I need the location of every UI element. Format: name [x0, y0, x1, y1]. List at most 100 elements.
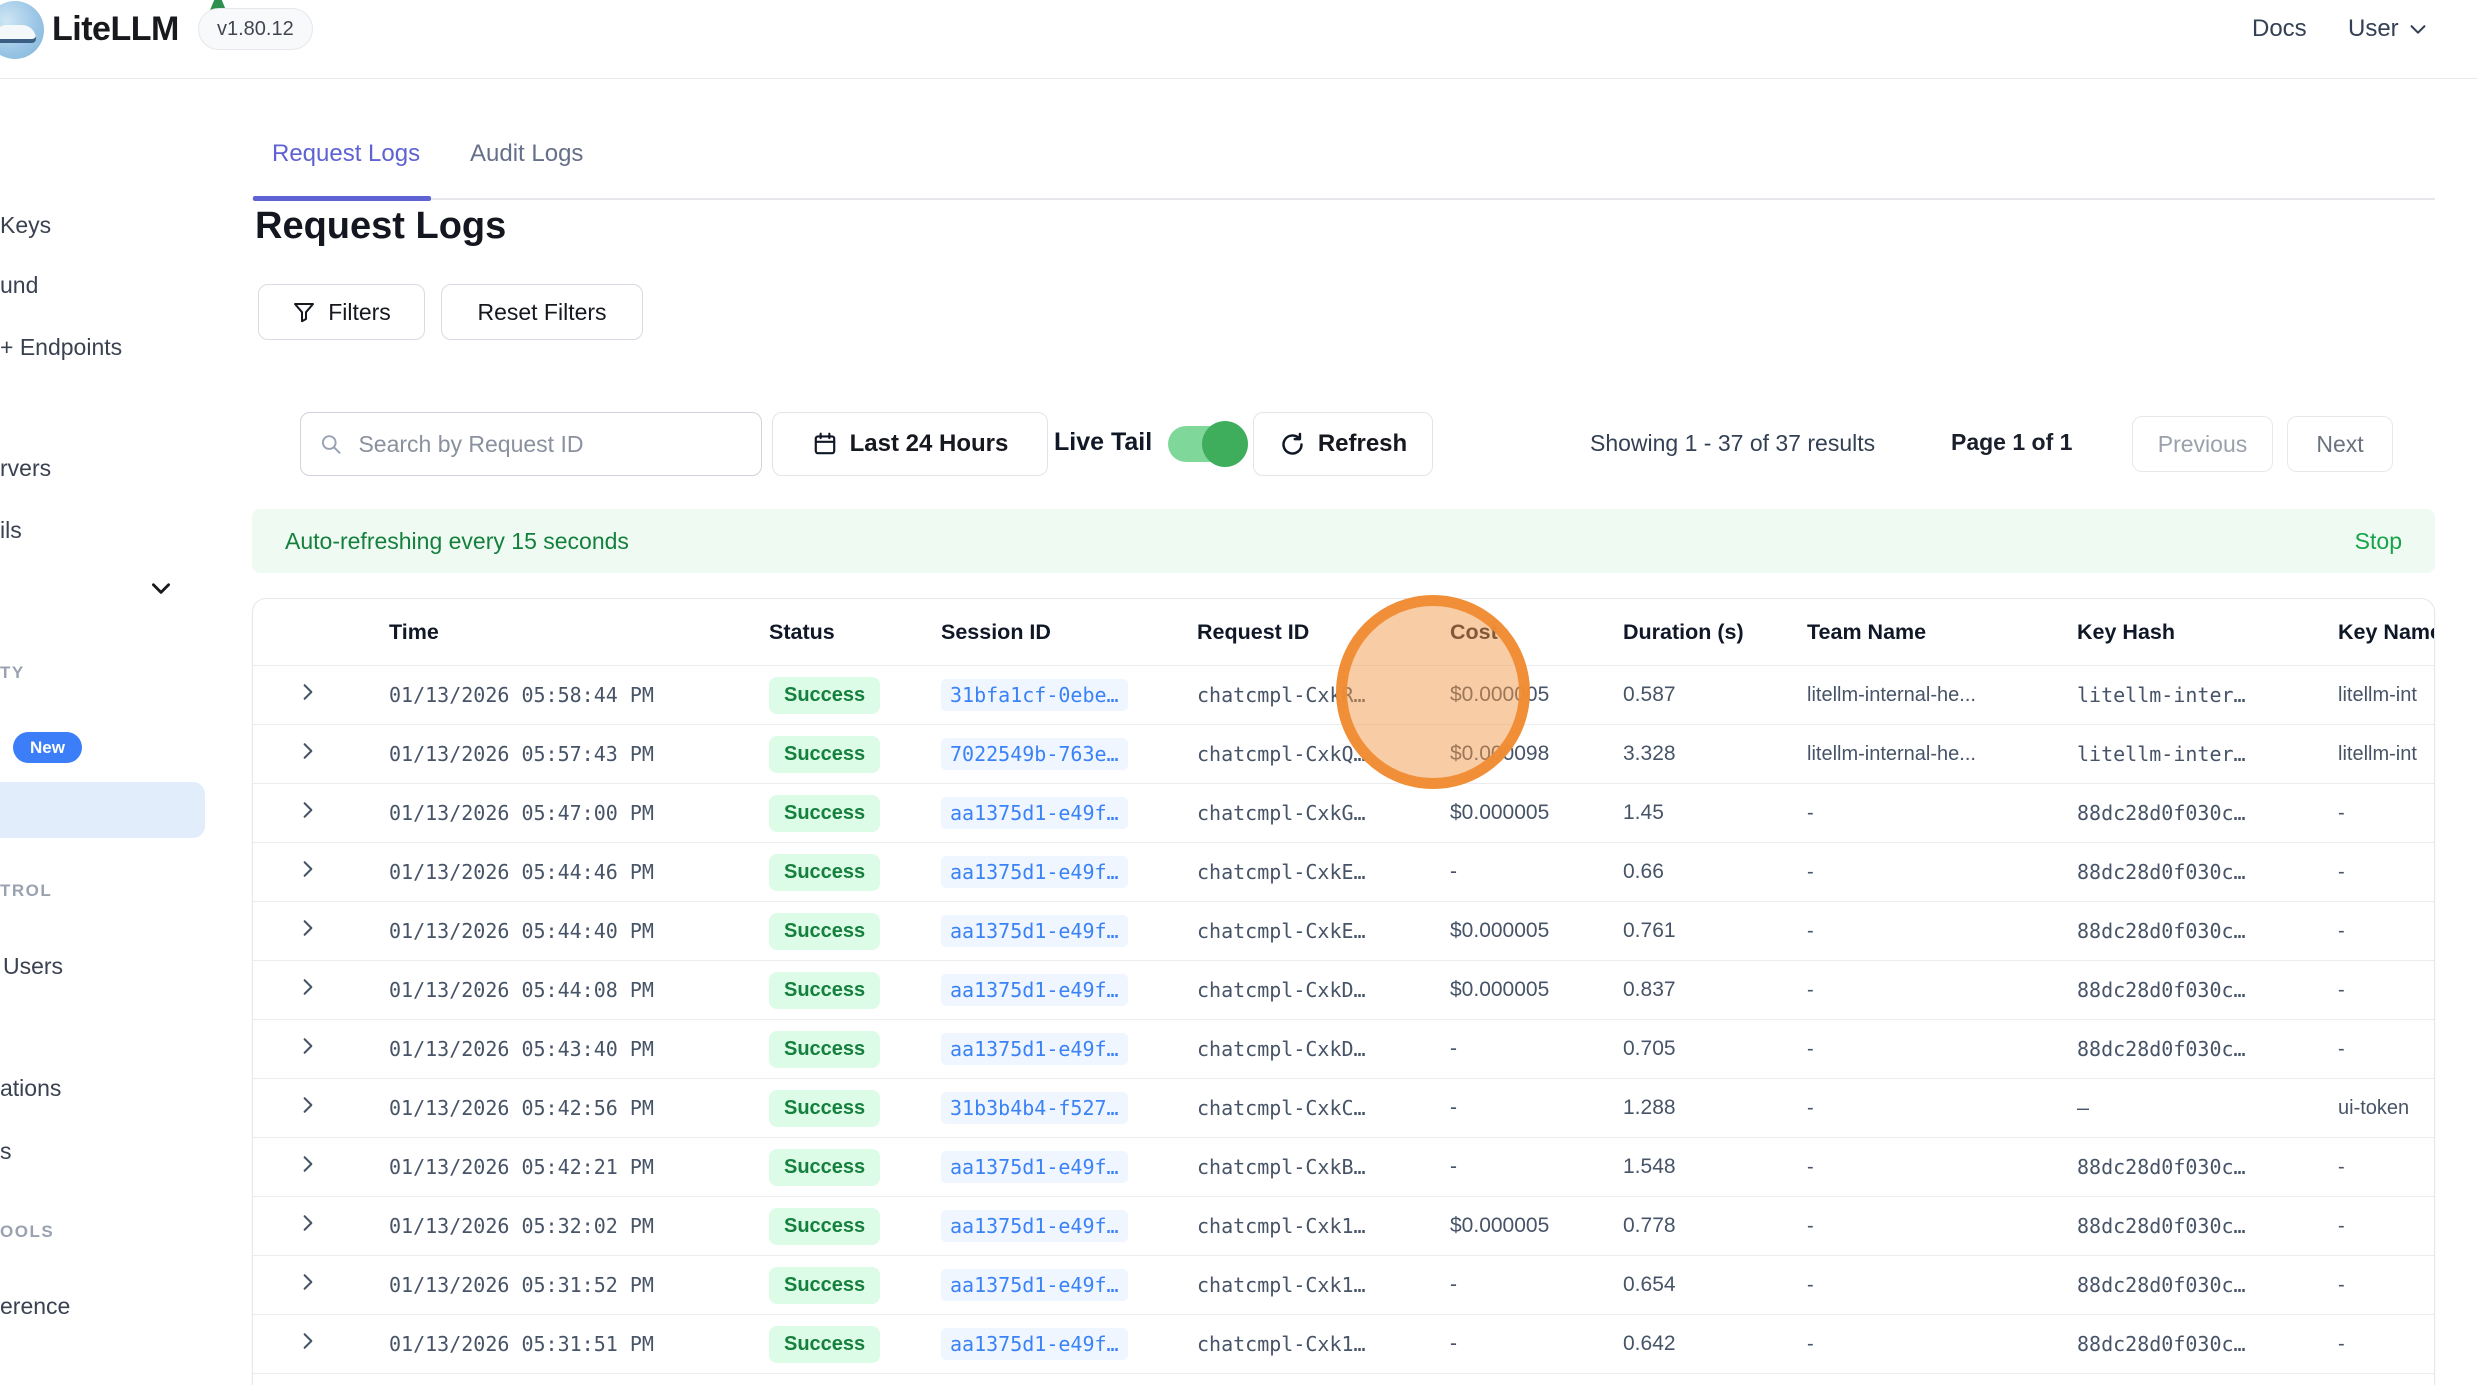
- session-id-link[interactable]: aa1375d1-e49f…: [941, 856, 1128, 888]
- expand-row-icon[interactable]: [299, 801, 317, 819]
- request-id: chatcmpl-CxkD…: [1191, 1037, 1444, 1061]
- cost-value: $0.000005: [1444, 919, 1617, 943]
- table-row: 01/13/2026 05:32:02 PM Success aa1375d1-…: [253, 1197, 2434, 1256]
- key-hash: –: [2071, 1096, 2332, 1120]
- duration-value: 0.761: [1617, 919, 1801, 943]
- session-id-link[interactable]: 31bfa1cf-0ebe…: [941, 679, 1128, 711]
- previous-page-button[interactable]: Previous: [2132, 416, 2273, 472]
- sidebar-item-api-reference[interactable]: erence: [0, 1293, 70, 1320]
- table-row: 01/13/2026 05:42:21 PM Success aa1375d1-…: [253, 1138, 2434, 1197]
- tab-audit-logs[interactable]: Audit Logs: [470, 140, 583, 168]
- sidebar-item-internal-users[interactable]: Users: [3, 953, 63, 980]
- key-name: ui-token: [2332, 1097, 2435, 1120]
- search-input[interactable]: [356, 430, 743, 459]
- session-id-link[interactable]: aa1375d1-e49f…: [941, 1151, 1128, 1183]
- session-id-link[interactable]: aa1375d1-e49f…: [941, 1210, 1128, 1242]
- sidebar-item-guardrails[interactable]: ils: [0, 517, 22, 544]
- session-id-link[interactable]: aa1375d1-e49f…: [941, 1033, 1128, 1065]
- table-row: 01/13/2026 05:31:52 PM Success aa1375d1-…: [253, 1256, 2434, 1315]
- sidebar-item-models-endpoints[interactable]: + Endpoints: [0, 334, 122, 361]
- live-tail-toggle[interactable]: [1168, 426, 1244, 462]
- stop-auto-refresh-button[interactable]: Stop: [2355, 528, 2402, 555]
- expand-row-icon[interactable]: [299, 1332, 317, 1350]
- page-summary: Page 1 of 1: [1951, 429, 2072, 456]
- status-badge: Success: [769, 913, 880, 950]
- expand-row-icon[interactable]: [299, 1155, 317, 1173]
- request-id: chatcmpl-CxkE…: [1191, 860, 1444, 884]
- key-name: -: [2332, 802, 2435, 825]
- duration-value: 0.778: [1617, 1214, 1801, 1238]
- session-id-link[interactable]: 7022549b-763e…: [941, 738, 1128, 770]
- user-menu-label: User: [2348, 15, 2399, 43]
- live-tail-label: Live Tail: [1054, 428, 1152, 457]
- key-hash: 88dc28d0f030c…: [2071, 801, 2332, 825]
- expand-row-icon[interactable]: [299, 860, 317, 878]
- log-time: 01/13/2026 05:58:44 PM: [383, 683, 763, 707]
- cost-value: -: [1444, 1155, 1617, 1179]
- expand-row-icon[interactable]: [299, 919, 317, 937]
- duration-value: 0.66: [1617, 860, 1801, 884]
- table-row: 01/13/2026 05:44:40 PM Success aa1375d1-…: [253, 902, 2434, 961]
- duration-value: 0.587: [1617, 683, 1801, 707]
- tab-request-logs[interactable]: Request Logs: [272, 140, 420, 168]
- session-id-link[interactable]: aa1375d1-e49f…: [941, 1328, 1128, 1360]
- duration-value: 3.328: [1617, 742, 1801, 766]
- expand-row-icon[interactable]: [299, 1214, 317, 1232]
- key-name: -: [2332, 1274, 2435, 1297]
- search-request-id-box[interactable]: [300, 412, 762, 476]
- log-time: 01/13/2026 05:42:21 PM: [383, 1155, 763, 1179]
- key-hash: 88dc28d0f030c…: [2071, 1037, 2332, 1061]
- time-range-button[interactable]: Last 24 Hours: [772, 412, 1048, 476]
- expand-row-icon[interactable]: [299, 683, 317, 701]
- request-id: chatcmpl-CxkR…: [1191, 683, 1444, 707]
- time-range-label: Last 24 Hours: [850, 430, 1009, 458]
- key-hash: 88dc28d0f030c…: [2071, 1155, 2332, 1179]
- session-id-link[interactable]: aa1375d1-e49f…: [941, 797, 1128, 829]
- sidebar-item-teams[interactable]: s: [0, 1138, 12, 1165]
- sidebar-item-logs-selected[interactable]: [0, 782, 205, 838]
- sidebar-item-organizations[interactable]: ations: [0, 1075, 61, 1102]
- refresh-label: Refresh: [1318, 430, 1407, 458]
- filters-button[interactable]: Filters: [258, 284, 425, 340]
- col-cost: Cost: [1444, 620, 1617, 645]
- reset-filters-button[interactable]: Reset Filters: [441, 284, 643, 340]
- active-tab-underline: [253, 196, 431, 201]
- refresh-button[interactable]: Refresh: [1253, 412, 1433, 476]
- session-id-link[interactable]: aa1375d1-e49f…: [941, 915, 1128, 947]
- expand-row-icon[interactable]: [299, 978, 317, 996]
- session-id-link[interactable]: aa1375d1-e49f…: [941, 974, 1128, 1006]
- expand-row-icon[interactable]: [299, 1273, 317, 1291]
- sidebar-item-keys[interactable]: Keys: [0, 212, 51, 239]
- expand-row-icon[interactable]: [299, 1096, 317, 1114]
- litellm-logo: [0, 1, 44, 59]
- log-time: 01/13/2026 05:31:52 PM: [383, 1273, 763, 1297]
- search-icon: [319, 431, 342, 457]
- key-name: -: [2332, 1156, 2435, 1179]
- team-name: -: [1801, 1274, 2071, 1297]
- log-time: 01/13/2026 05:57:43 PM: [383, 742, 763, 766]
- status-badge: Success: [769, 972, 880, 1009]
- session-id-link[interactable]: 31b3b4b4-f527…: [941, 1092, 1128, 1124]
- sidebar-item-playground[interactable]: und: [0, 272, 38, 299]
- next-page-button[interactable]: Next: [2287, 416, 2393, 472]
- team-name: -: [1801, 1038, 2071, 1061]
- key-name: -: [2332, 1038, 2435, 1061]
- nav-docs-link[interactable]: Docs: [2252, 15, 2307, 43]
- request-logs-table: Time Status Session ID Request ID Cost D…: [252, 598, 2435, 1385]
- expand-row-icon[interactable]: [299, 1037, 317, 1055]
- session-id-link[interactable]: aa1375d1-e49f…: [941, 1269, 1128, 1301]
- expand-row-icon[interactable]: [299, 742, 317, 760]
- brand-title: LiteLLM: [52, 10, 179, 49]
- sidebar-item-servers[interactable]: rvers: [0, 455, 51, 482]
- team-name: -: [1801, 861, 2071, 884]
- user-menu[interactable]: User: [2348, 15, 2429, 43]
- version-badge: v1.80.12: [198, 8, 313, 50]
- sidebar-collapse-chevron-icon[interactable]: [148, 575, 174, 601]
- team-name: -: [1801, 1156, 2071, 1179]
- key-hash: 88dc28d0f030c…: [2071, 978, 2332, 1002]
- request-id: chatcmpl-Cxk1…: [1191, 1273, 1444, 1297]
- request-id: chatcmpl-Cxk1…: [1191, 1332, 1444, 1356]
- reset-filters-label: Reset Filters: [477, 299, 606, 326]
- log-time: 01/13/2026 05:42:56 PM: [383, 1096, 763, 1120]
- col-session-id: Session ID: [935, 620, 1191, 645]
